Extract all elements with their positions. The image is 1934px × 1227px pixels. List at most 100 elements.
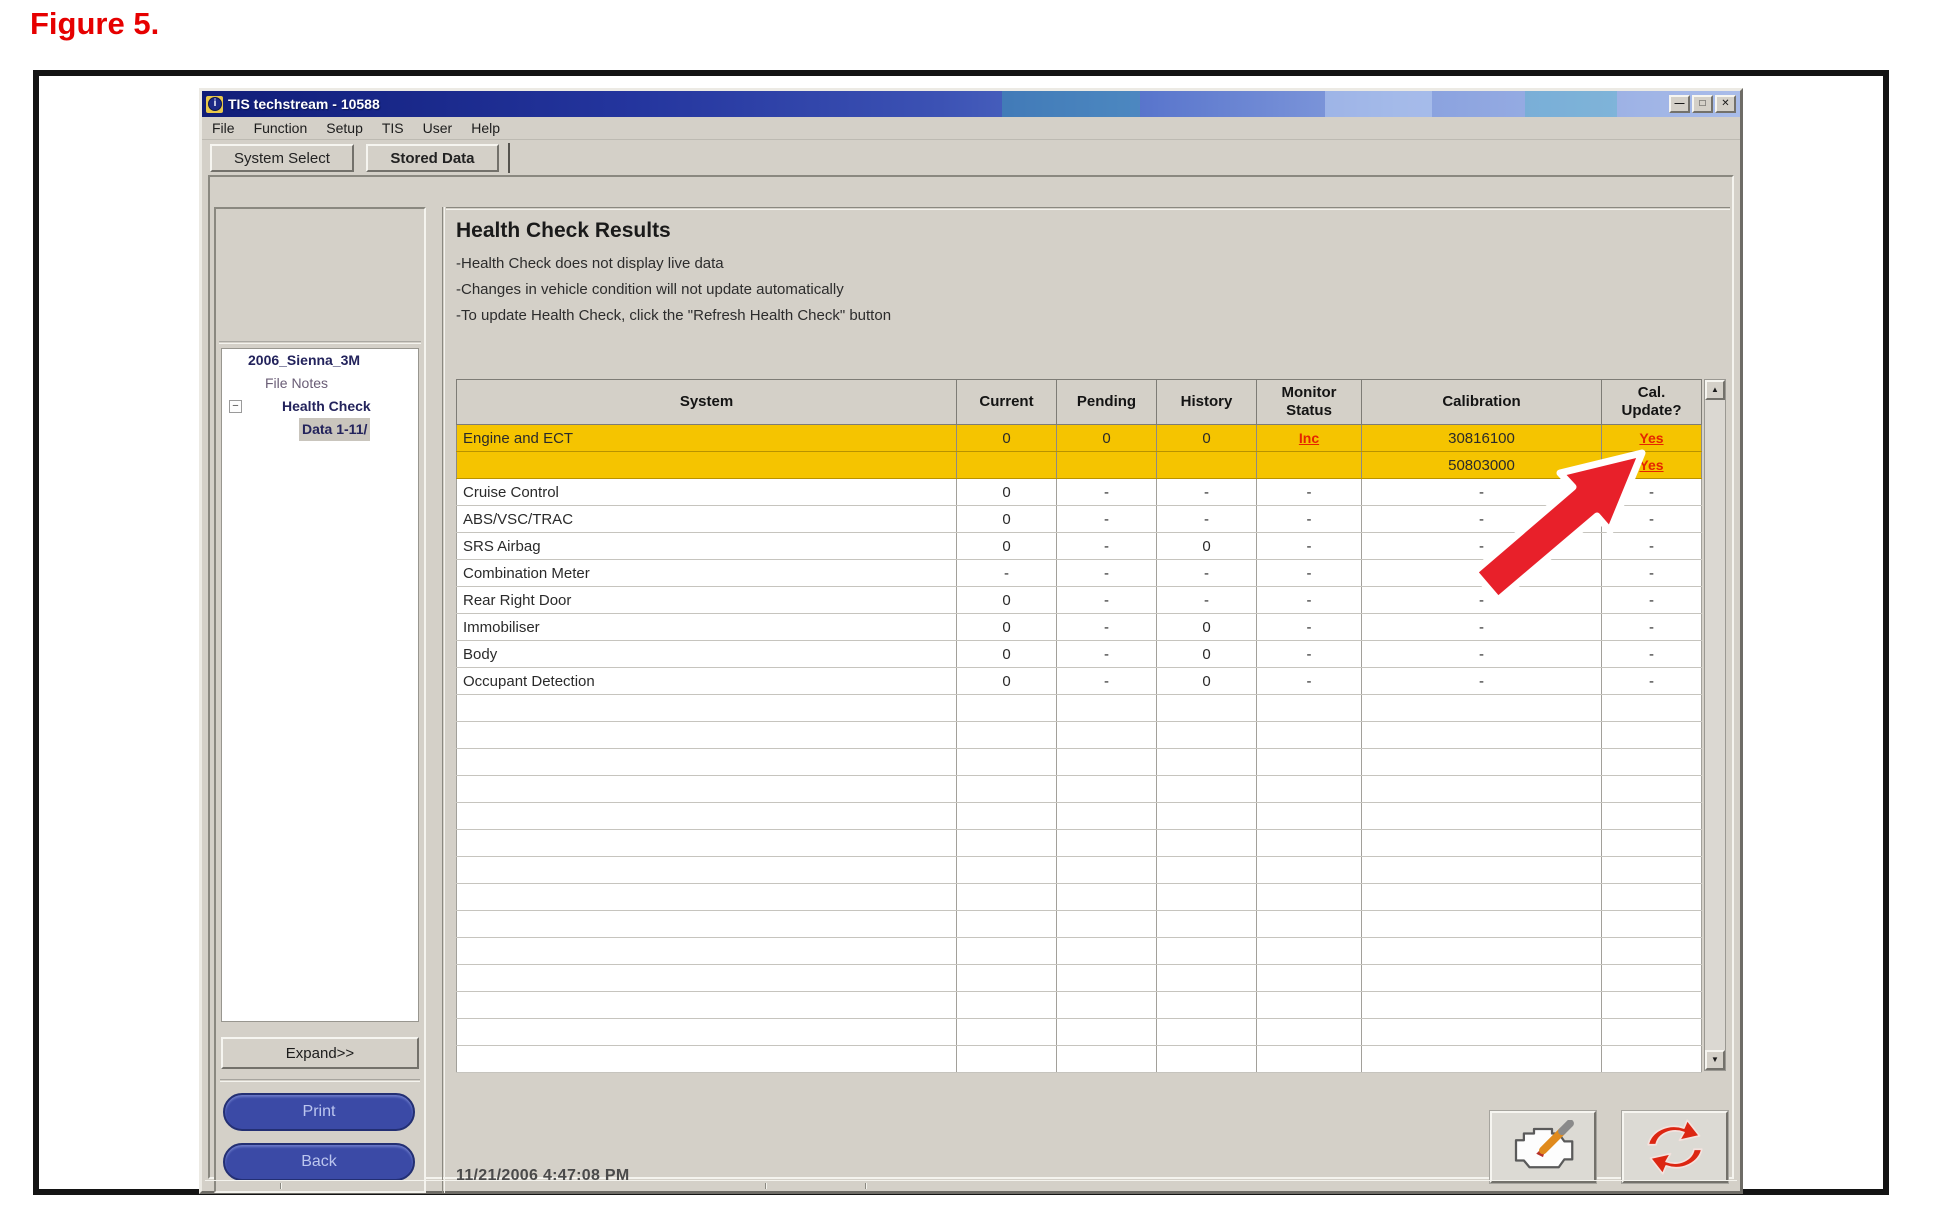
tree-item[interactable]: File Notes bbox=[222, 372, 418, 395]
table-cell bbox=[1157, 776, 1257, 803]
menu-item-function[interactable]: Function bbox=[254, 117, 308, 140]
refresh-health-check-button[interactable] bbox=[1622, 1111, 1728, 1183]
table-cell: - bbox=[1257, 560, 1362, 587]
table-cell bbox=[1057, 722, 1157, 749]
menu-item-help[interactable]: Help bbox=[471, 117, 500, 140]
table-cell: - bbox=[1602, 641, 1702, 668]
table-cell: 0 bbox=[1157, 614, 1257, 641]
table-cell bbox=[1057, 992, 1157, 1019]
table-header-row: SystemCurrentPendingHistoryMonitor Statu… bbox=[457, 380, 1702, 425]
table-cell: 0 bbox=[1157, 668, 1257, 695]
scroll-down-icon[interactable]: ▼ bbox=[1705, 1050, 1725, 1070]
table-cell bbox=[1057, 1046, 1157, 1073]
table-cell bbox=[957, 938, 1057, 965]
table-cell bbox=[457, 830, 957, 857]
window-title: TIS techstream - 10588 bbox=[228, 96, 380, 112]
table-cell bbox=[1157, 695, 1257, 722]
menu-item-tis[interactable]: TIS bbox=[382, 117, 404, 140]
tab-stored-data[interactable]: Stored Data bbox=[366, 144, 498, 172]
table-cell bbox=[1602, 749, 1702, 776]
menu-item-file[interactable]: File bbox=[212, 117, 235, 140]
table-cell bbox=[457, 992, 957, 1019]
expand-button[interactable]: Expand>> bbox=[221, 1037, 419, 1069]
table-cell bbox=[457, 1046, 957, 1073]
table-cell: - bbox=[1057, 479, 1157, 506]
table-cell bbox=[1257, 452, 1362, 479]
empty-table-row bbox=[457, 992, 1702, 1019]
tree-item-label: 2006_Sienna_3M bbox=[248, 349, 360, 372]
window-bottom-strip bbox=[205, 1180, 1737, 1189]
table-cell bbox=[1602, 803, 1702, 830]
table-cell bbox=[1362, 1046, 1602, 1073]
table-cell bbox=[1257, 695, 1362, 722]
table-cell: - bbox=[1257, 506, 1362, 533]
table-cell bbox=[1257, 722, 1362, 749]
table-cell: - bbox=[1362, 668, 1602, 695]
note-line: -To update Health Check, click the "Refr… bbox=[456, 303, 891, 329]
table-cell: - bbox=[1362, 641, 1602, 668]
table-cell: - bbox=[1257, 479, 1362, 506]
print-button[interactable]: Print bbox=[223, 1093, 415, 1131]
sidebar-divider bbox=[219, 341, 421, 344]
table-cell: 0 bbox=[1057, 425, 1157, 452]
close-icon[interactable]: ✕ bbox=[1715, 95, 1736, 113]
table-cell bbox=[957, 992, 1057, 1019]
back-button[interactable]: Back bbox=[223, 1143, 415, 1181]
titlebar-gradient-block bbox=[1525, 91, 1617, 117]
tree-item[interactable]: 2006_Sienna_3M bbox=[222, 349, 418, 372]
panel-vertical-divider bbox=[442, 207, 445, 1193]
table-cell bbox=[1057, 938, 1157, 965]
table-cell bbox=[1602, 695, 1702, 722]
table-cell bbox=[1057, 857, 1157, 884]
tree-item[interactable]: Data 1-11/ bbox=[222, 418, 418, 441]
tab-divider bbox=[508, 143, 510, 173]
table-cell bbox=[1362, 803, 1602, 830]
tab-bar: System Select Stored Data bbox=[202, 140, 1740, 174]
table-cell bbox=[1157, 938, 1257, 965]
maximize-icon[interactable]: □ bbox=[1692, 95, 1713, 113]
table-cell: Immobiliser bbox=[457, 614, 957, 641]
page-title: Health Check Results bbox=[456, 219, 671, 243]
titlebar-gradient-block bbox=[1002, 91, 1140, 117]
minimize-icon[interactable]: — bbox=[1669, 95, 1690, 113]
table-cell bbox=[1362, 695, 1602, 722]
table-cell: - bbox=[1157, 479, 1257, 506]
menu-bar: File Function Setup TIS User Help bbox=[202, 117, 1740, 140]
table-cell bbox=[1602, 938, 1702, 965]
table-cell: - bbox=[1057, 533, 1157, 560]
table-row: Occupant Detection0-0--- bbox=[457, 668, 1702, 695]
table-cell bbox=[1057, 776, 1157, 803]
table-cell: - bbox=[1257, 614, 1362, 641]
table-cell bbox=[457, 452, 957, 479]
table-scrollbar[interactable]: ▲ ▼ bbox=[1704, 379, 1726, 1071]
app-window: i TIS techstream - 10588 — □ ✕ File Funct… bbox=[199, 88, 1743, 1194]
table-cell bbox=[457, 965, 957, 992]
tree-item-label: Data 1-11/ bbox=[299, 418, 370, 441]
column-header: Cal. Update? bbox=[1602, 380, 1702, 425]
menu-item-user[interactable]: User bbox=[423, 117, 453, 140]
table-cell: 0 bbox=[957, 479, 1057, 506]
window-titlebar: i TIS techstream - 10588 — □ ✕ bbox=[202, 91, 1740, 117]
table-cell bbox=[957, 803, 1057, 830]
column-header: History bbox=[1157, 380, 1257, 425]
table-cell bbox=[957, 1046, 1057, 1073]
table-cell: 0 bbox=[957, 614, 1057, 641]
table-cell: Engine and ECT bbox=[457, 425, 957, 452]
menu-item-setup[interactable]: Setup bbox=[326, 117, 363, 140]
table-cell bbox=[457, 884, 957, 911]
table-cell bbox=[957, 722, 1057, 749]
table-cell bbox=[1257, 911, 1362, 938]
monitor-status-link[interactable]: Inc bbox=[1257, 425, 1362, 452]
table-cell bbox=[457, 911, 957, 938]
table-cell bbox=[1157, 1046, 1257, 1073]
table-cell bbox=[457, 695, 957, 722]
tree-collapse-icon[interactable]: − bbox=[229, 400, 242, 413]
table-cell: - bbox=[1057, 614, 1157, 641]
column-header: Calibration bbox=[1362, 380, 1602, 425]
note-line: -Health Check does not display live data bbox=[456, 251, 891, 277]
scroll-up-icon[interactable]: ▲ bbox=[1705, 380, 1725, 400]
table-cell bbox=[1602, 830, 1702, 857]
tree-item[interactable]: −Health Check bbox=[222, 395, 418, 418]
engine-health-button[interactable] bbox=[1490, 1111, 1596, 1183]
tab-system-select[interactable]: System Select bbox=[210, 144, 354, 172]
